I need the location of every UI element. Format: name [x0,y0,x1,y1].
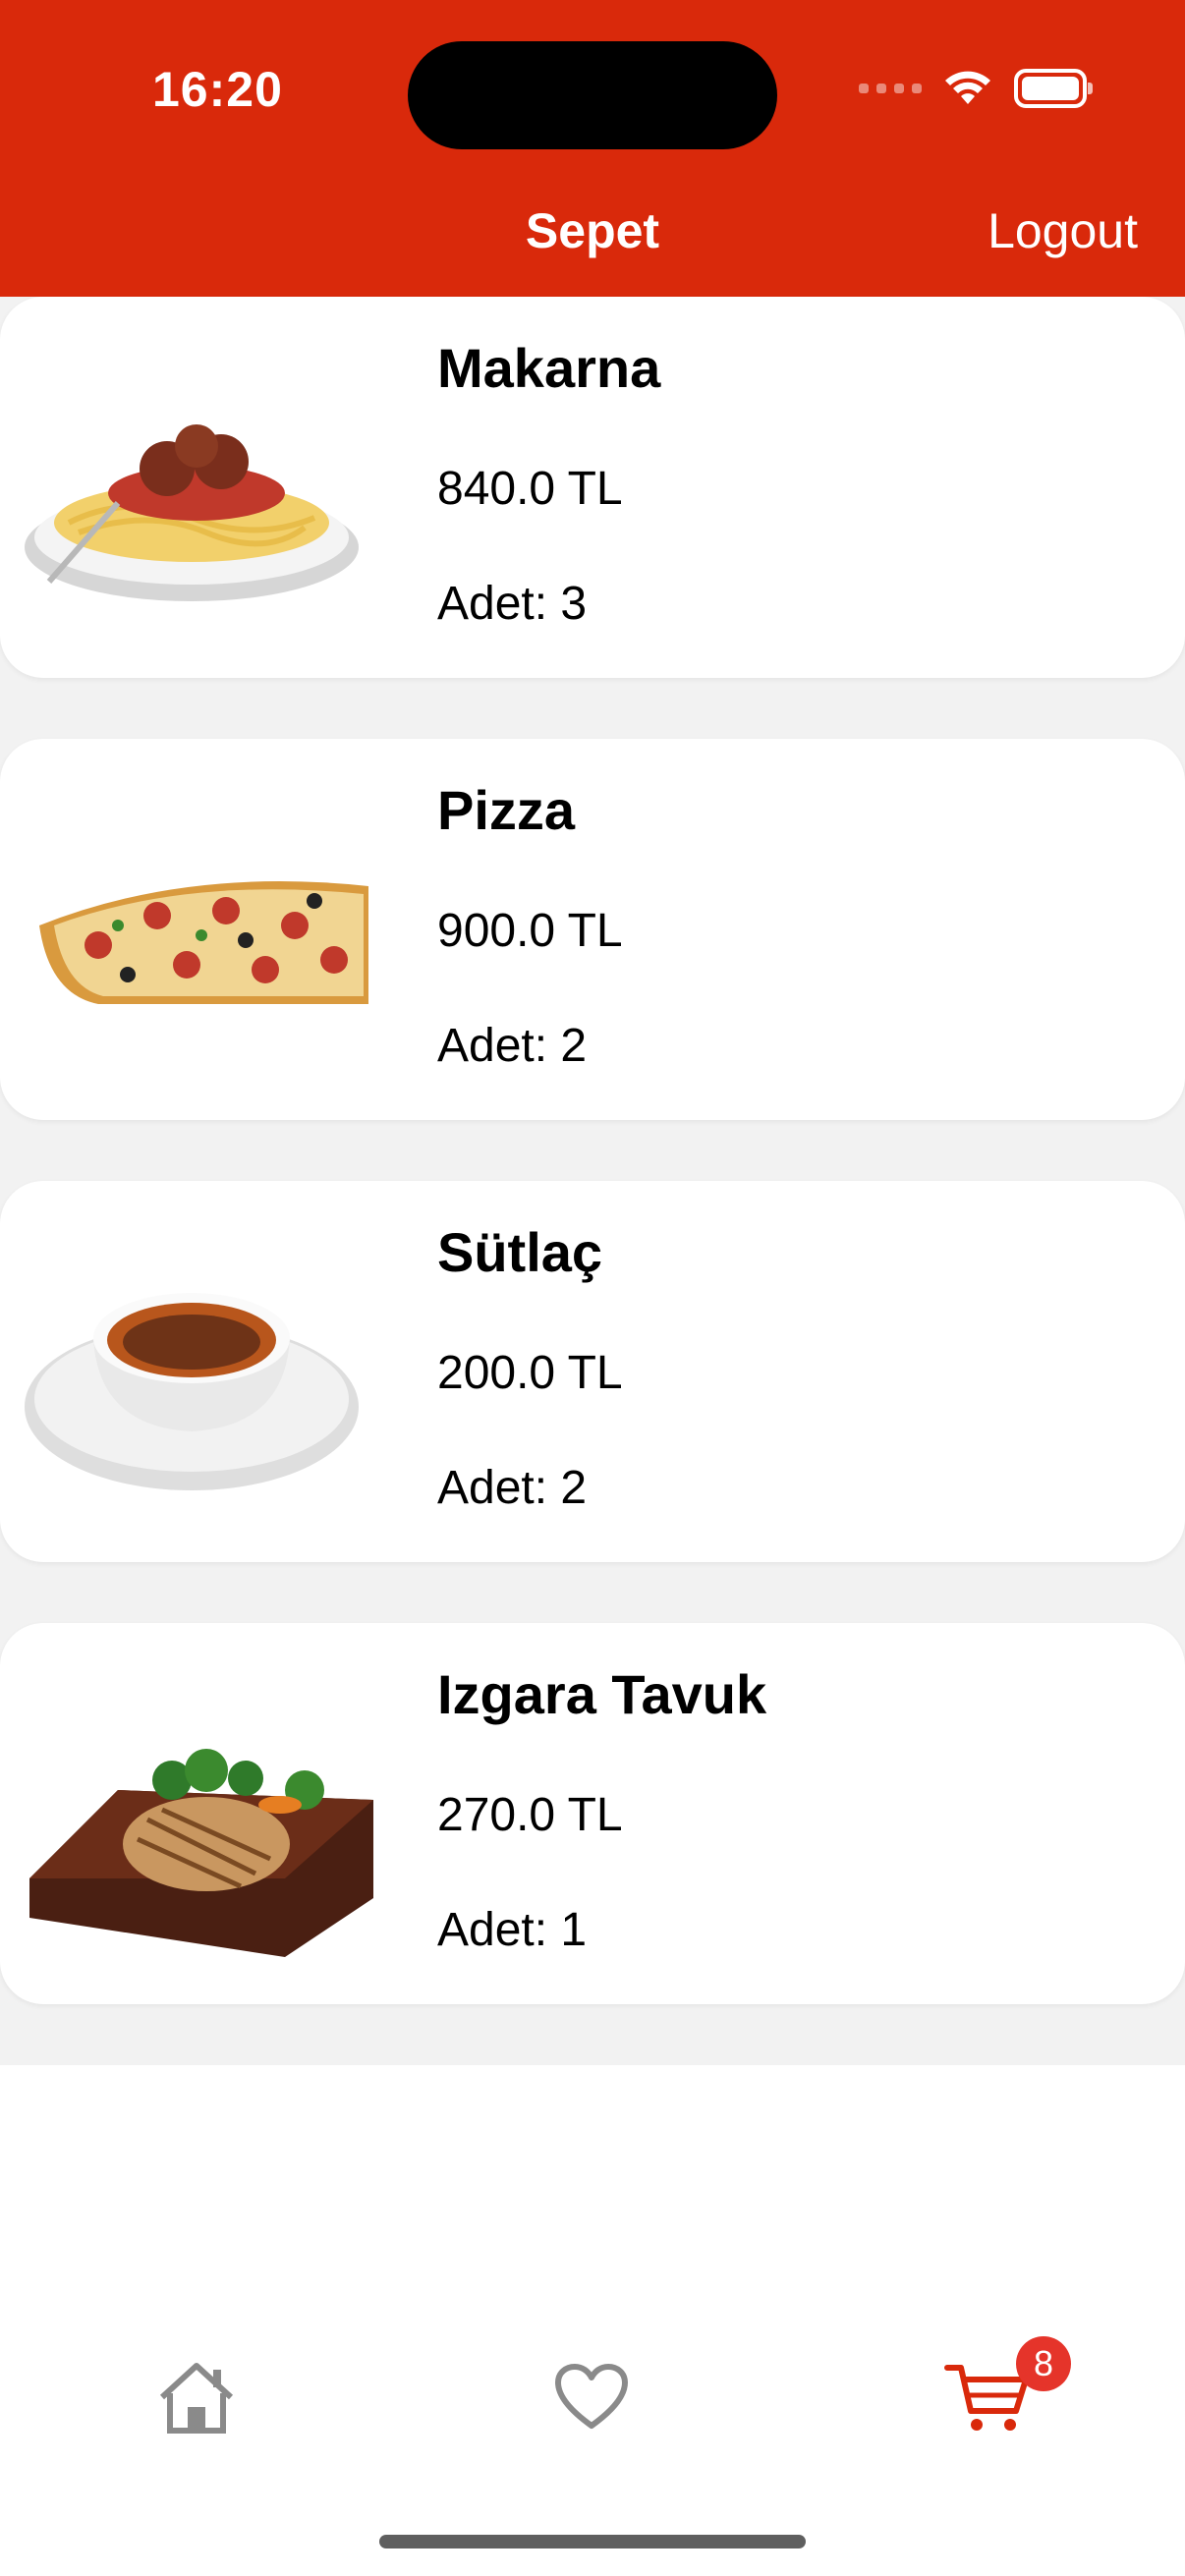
status-icons [859,69,1093,108]
grilled-chicken-image [29,1749,373,1957]
item-name: Izgara Tavuk [437,1663,767,1725]
item-name: Pizza [437,779,576,841]
item-price: 840.0 TL [437,463,623,515]
cellular-signal-icon [859,84,922,93]
tab-favorites[interactable] [542,2348,641,2446]
battery-icon [1014,69,1093,108]
cart-item-card[interactable]: Izgara Tavuk 270.0 TL Adet: 1 [0,1623,1185,2004]
item-quantity: Adet: 2 [437,1020,588,1072]
cart-count-badge: 8 [1016,2336,1071,2391]
item-price: 200.0 TL [437,1347,623,1399]
cart-item-card[interactable]: Pizza 900.0 TL Adet: 2 [0,739,1185,1120]
cart-item-card[interactable]: Makarna 840.0 TL Adet: 3 [0,297,1185,678]
item-price: 270.0 TL [437,1789,623,1841]
rice-pudding-image [25,1293,359,1490]
dynamic-island [408,41,777,149]
spaghetti-image [25,424,359,601]
item-name: Sütlaç [437,1221,603,1283]
cart-screen: 16:20 Sepet Logout Makarna 840.0 TL Adet… [0,0,1185,2576]
home-icon [159,2363,234,2434]
item-price: 900.0 TL [437,905,623,957]
status-time: 16:20 [152,62,283,117]
tab-home[interactable] [147,2348,246,2446]
item-quantity: Adet: 1 [437,1904,588,1956]
item-quantity: Adet: 2 [437,1462,588,1514]
pizza-image [39,881,368,1004]
cart-list: Makarna 840.0 TL Adet: 3 Pizza 900.0 TL … [0,297,1185,2065]
logout-button[interactable]: Logout [988,202,1138,259]
home-indicator[interactable] [379,2535,806,2548]
item-quantity: Adet: 3 [437,578,588,630]
wifi-icon [945,71,990,104]
item-name: Makarna [437,337,661,399]
cart-item-card[interactable]: Sütlaç 200.0 TL Adet: 2 [0,1181,1185,1562]
app-header: 16:20 Sepet Logout [0,0,1185,297]
heart-icon [555,2364,628,2429]
